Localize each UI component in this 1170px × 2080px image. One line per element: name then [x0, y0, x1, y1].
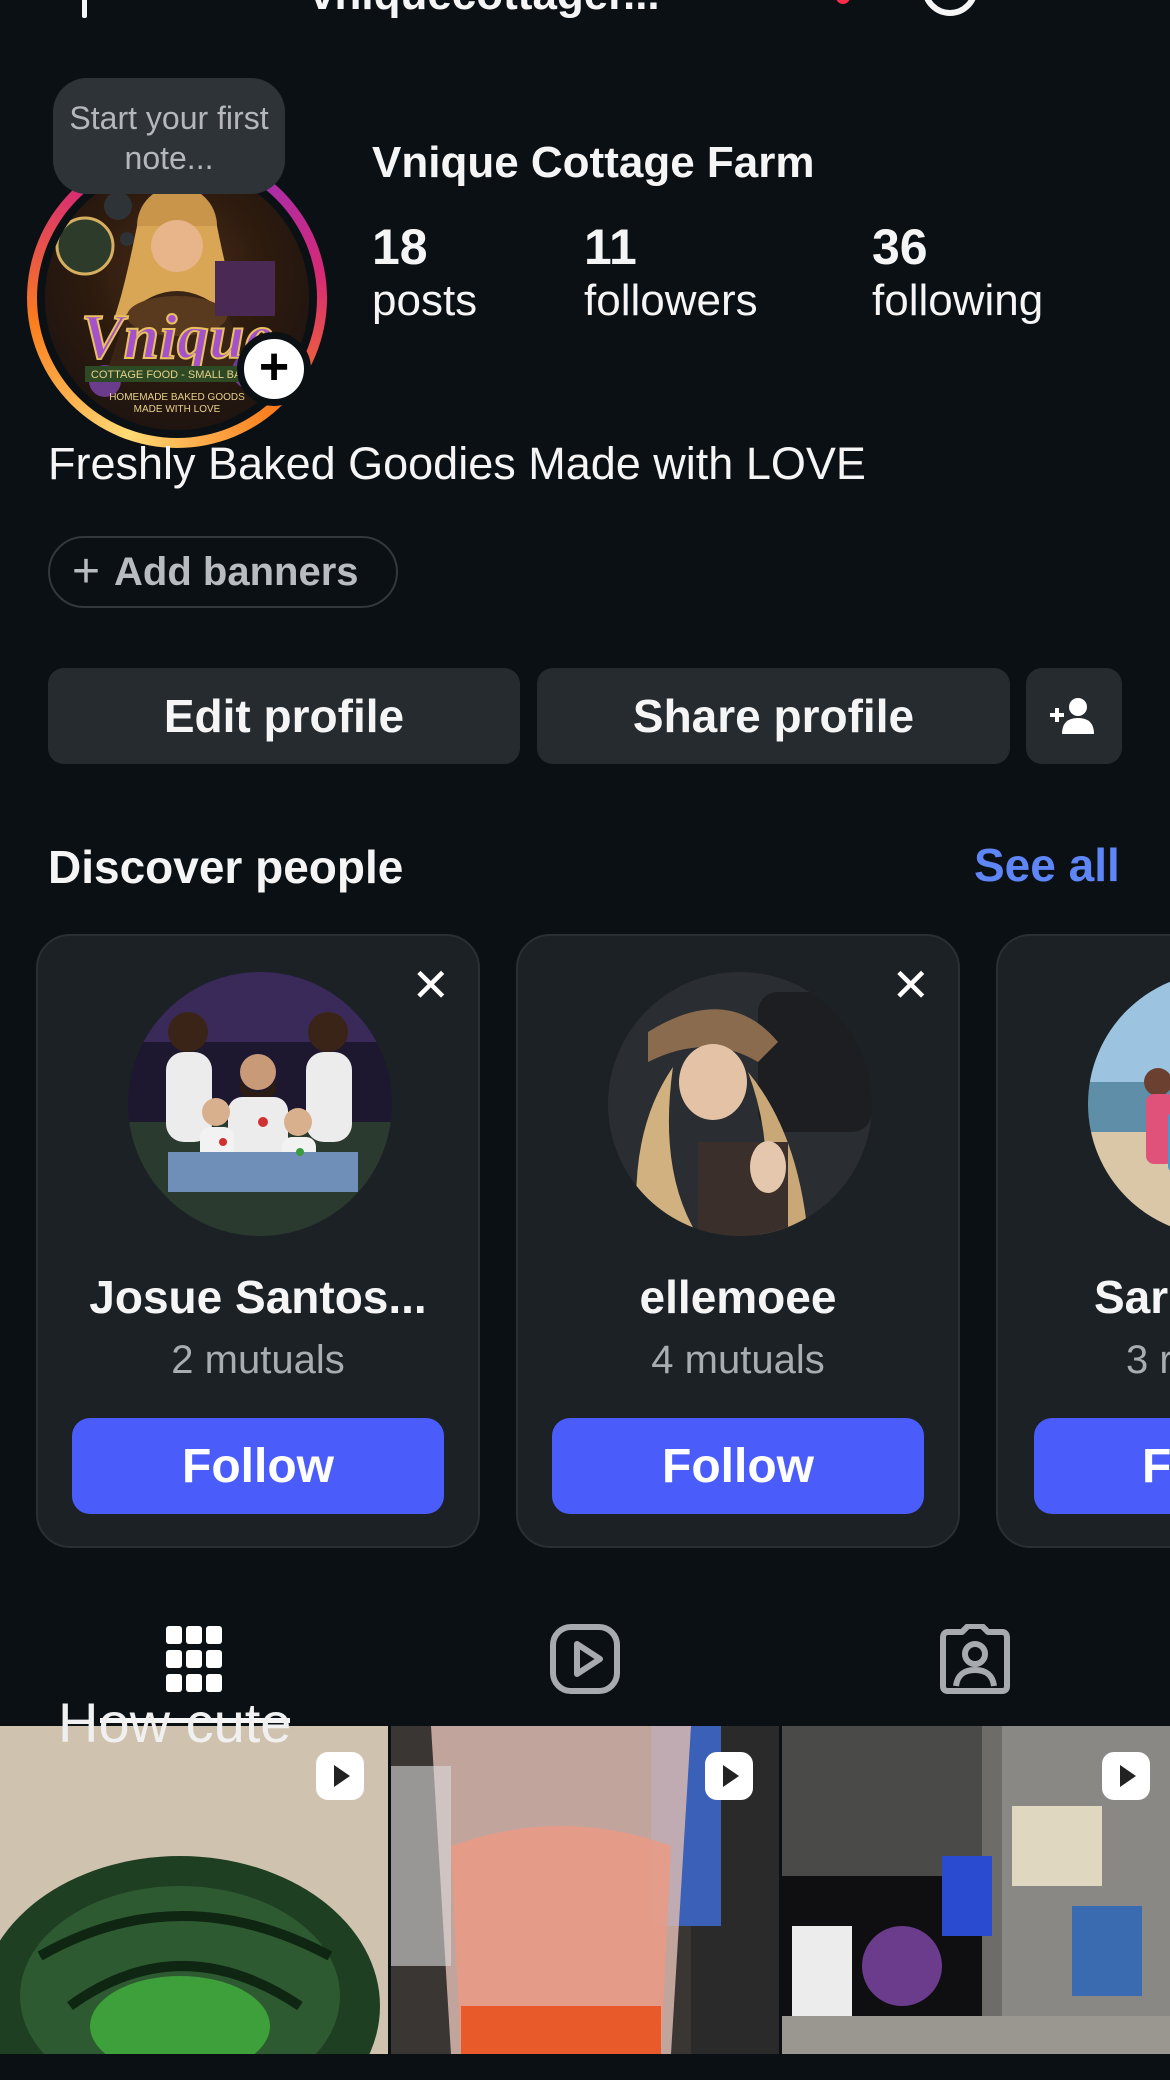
suggestion-name[interactable]: Sar	[1094, 1270, 1170, 1324]
plus-icon: +	[72, 545, 101, 598]
suggestion-card[interactable]: ✕ ellemoee 4 mutuals Follow	[516, 934, 960, 1548]
family-photo	[128, 972, 392, 1236]
grid-icon[interactable]	[166, 1626, 222, 1697]
suggestion-mutuals: 4 mutuals	[651, 1338, 825, 1382]
share-profile-label: Share profile	[632, 690, 915, 742]
follow-button[interactable]: F	[1034, 1418, 1170, 1514]
username-title[interactable]: vniquecottager...	[310, 0, 660, 20]
post-caption-overlay: How cute	[58, 1691, 292, 1754]
add-person-icon	[1050, 698, 1094, 734]
follow-button[interactable]: Follow	[552, 1418, 924, 1514]
add-banners-label: Add banners	[114, 549, 359, 594]
share-profile-button[interactable]: Share profile	[537, 668, 1010, 764]
reels-icon[interactable]	[550, 1624, 620, 1699]
suggestion-avatar[interactable]	[608, 972, 872, 1236]
posts-label: posts	[372, 276, 478, 325]
follow-button[interactable]: Follow	[72, 1418, 444, 1514]
reel-icon	[705, 1752, 753, 1800]
menu-icon[interactable]	[1056, 0, 1116, 14]
stat-following[interactable]: 36 following	[872, 218, 1043, 326]
followers-count: 11	[584, 219, 637, 275]
grid-post[interactable]	[782, 1726, 1170, 2054]
suggestion-name[interactable]: ellemoee	[518, 1270, 958, 1324]
suggestion-mutuals: 3 r	[1126, 1338, 1170, 1382]
dismiss-icon[interactable]: ✕	[891, 958, 930, 1012]
note-tail	[120, 232, 134, 246]
svg-text:HOMEMADE BAKED GOODS: HOMEMADE BAKED GOODS	[109, 392, 245, 403]
note-tail	[104, 192, 132, 220]
threads-icon[interactable]	[922, 0, 978, 16]
suggestion-avatar[interactable]	[1088, 972, 1170, 1236]
add-banners-button[interactable]: + Add banners	[48, 536, 398, 608]
notification-dot	[836, 0, 850, 4]
woman-in-car-photo	[608, 972, 872, 1236]
beach-photo	[1088, 972, 1170, 1236]
tagged-icon[interactable]	[940, 1623, 1010, 1699]
followers-label: followers	[584, 276, 758, 325]
see-all-link[interactable]: See all	[974, 838, 1120, 892]
edit-profile-button[interactable]: Edit profile	[48, 668, 520, 764]
reel-icon	[1102, 1752, 1150, 1800]
dismiss-icon[interactable]: ✕	[411, 958, 450, 1012]
grid-post[interactable]	[0, 1726, 388, 2054]
bio: Freshly Baked Goodies Made with LOVE	[48, 438, 866, 489]
posts-count: 18	[372, 219, 428, 275]
discover-people-button[interactable]	[1026, 668, 1122, 764]
grid-post[interactable]	[391, 1726, 779, 2054]
edit-profile-label: Edit profile	[163, 690, 405, 742]
display-name: Vnique Cottage Farm	[372, 138, 815, 187]
svg-text:MADE WITH LOVE: MADE WITH LOVE	[134, 404, 221, 415]
stat-posts[interactable]: 18 posts	[372, 218, 477, 326]
suggestion-card[interactable]: ✕ Josue Santos... 2 mutuals Follow	[36, 934, 480, 1548]
stat-followers[interactable]: 11 followers	[584, 218, 758, 326]
suggestion-mutuals: 2 mutuals	[171, 1338, 345, 1382]
following-label: following	[872, 276, 1044, 325]
back-arrow-icon[interactable]	[82, 0, 87, 18]
reel-icon	[316, 1752, 364, 1800]
add-story-button[interactable]: +	[237, 332, 311, 406]
suggestion-name[interactable]: Josue Santos...	[38, 1270, 478, 1324]
following-count: 36	[872, 219, 928, 275]
suggestion-avatar[interactable]	[128, 972, 392, 1236]
top-bar: vniquecottager...	[0, 0, 1170, 30]
note-placeholder: Start your first note...	[69, 100, 269, 176]
note-bubble[interactable]: Start your first note...	[53, 78, 285, 194]
discover-title: Discover people	[48, 841, 404, 893]
suggestion-card[interactable]: Sar 3 r F	[996, 934, 1170, 1548]
